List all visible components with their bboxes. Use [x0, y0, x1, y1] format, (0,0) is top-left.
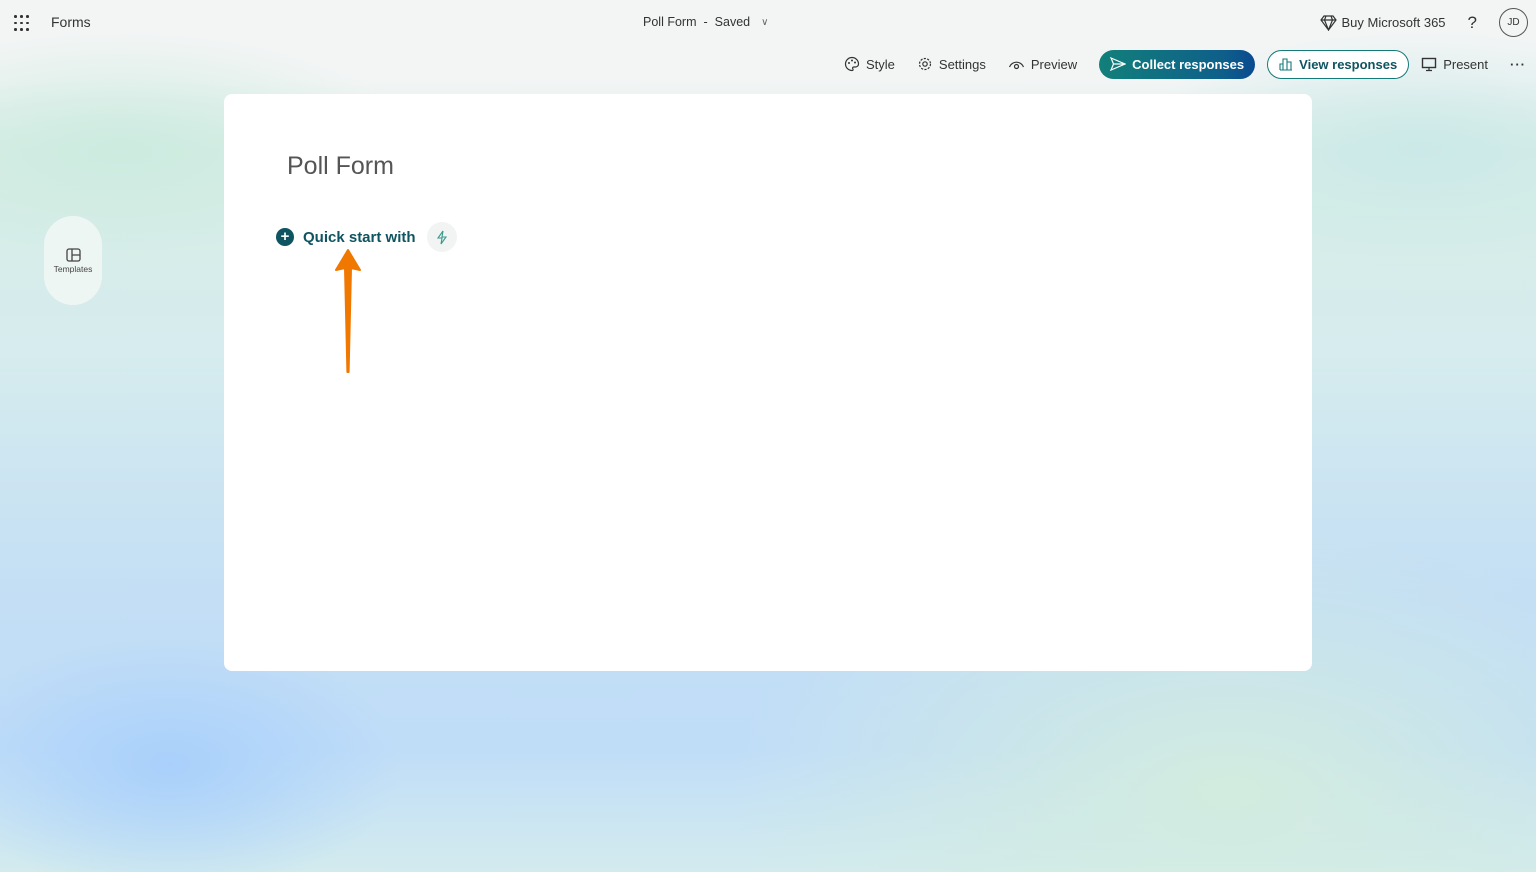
more-options-button[interactable]: ··· [1510, 57, 1526, 72]
eye-icon [1008, 58, 1025, 70]
collect-responses-button[interactable]: Collect responses [1099, 50, 1255, 79]
copilot-bolt-icon[interactable] [427, 222, 457, 252]
form-heading[interactable]: Poll Form [287, 152, 394, 181]
view-responses-button[interactable]: View responses [1267, 50, 1409, 79]
preview-label: Preview [1031, 57, 1077, 72]
form-title: Poll Form [643, 15, 696, 29]
help-button[interactable]: ? [1468, 13, 1477, 33]
templates-label: Templates [54, 264, 93, 274]
view-label: View responses [1299, 57, 1397, 72]
save-status: Saved [715, 15, 750, 29]
send-icon [1110, 57, 1126, 71]
plus-icon: + [276, 228, 294, 246]
chart-icon [1279, 57, 1293, 71]
templates-button[interactable]: Templates [44, 216, 102, 305]
settings-button[interactable]: Settings [917, 56, 986, 72]
present-button[interactable]: Present [1421, 57, 1488, 72]
preview-button[interactable]: Preview [1008, 57, 1077, 72]
form-title-menu[interactable]: Poll Form - Saved ∨ [643, 15, 768, 29]
top-bar: Forms Poll Form - Saved ∨ Buy Microsoft … [0, 0, 1536, 44]
buy-microsoft-365-button[interactable]: Buy Microsoft 365 [1320, 15, 1445, 31]
collect-label: Collect responses [1132, 57, 1244, 72]
toolbar: Style Settings Preview Collect responses… [822, 49, 1526, 79]
style-label: Style [866, 57, 895, 72]
settings-label: Settings [939, 57, 986, 72]
monitor-icon [1421, 57, 1437, 72]
quick-start-label: Quick start with [303, 229, 416, 246]
templates-icon [66, 248, 81, 262]
app-launcher-icon[interactable] [14, 15, 28, 29]
app-name[interactable]: Forms [51, 14, 91, 30]
form-card: Poll Form + Quick start with [224, 94, 1312, 671]
palette-icon [844, 56, 860, 72]
present-label: Present [1443, 57, 1488, 72]
avatar[interactable]: JD [1499, 8, 1528, 37]
diamond-icon [1320, 15, 1337, 31]
buy-label: Buy Microsoft 365 [1341, 15, 1445, 30]
gear-icon [917, 56, 933, 72]
style-button[interactable]: Style [844, 56, 895, 72]
quick-start-button[interactable]: + Quick start with [276, 222, 457, 252]
chevron-down-icon: ∨ [761, 17, 768, 28]
separator: - [703, 15, 707, 29]
annotation-arrow-icon [330, 248, 366, 374]
